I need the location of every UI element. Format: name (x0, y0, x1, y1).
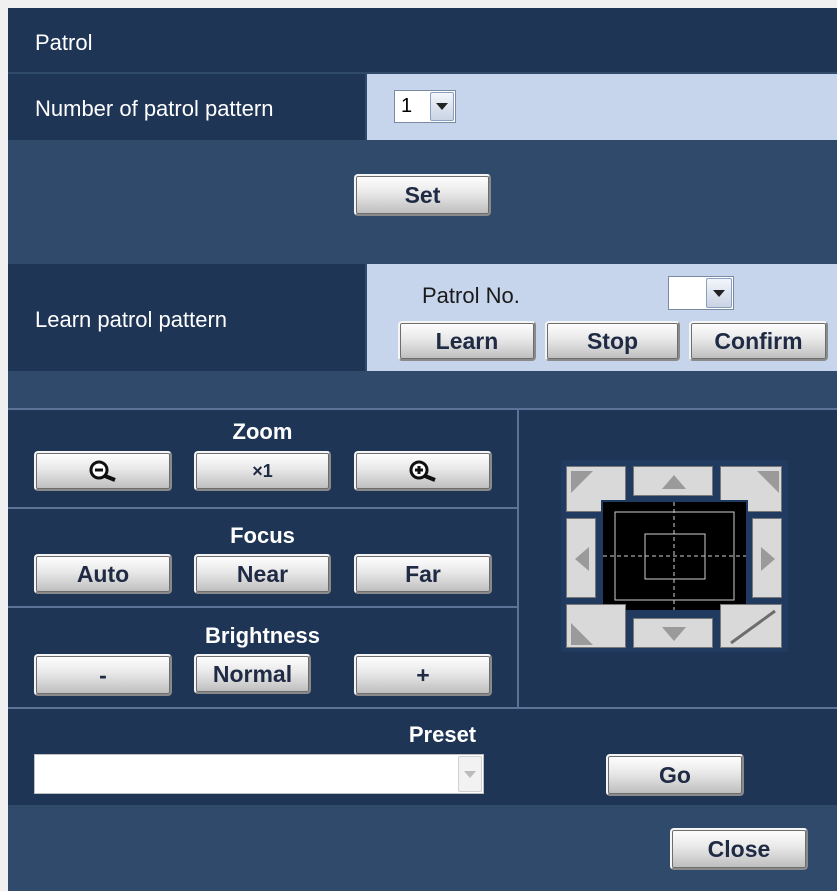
pan-down-button[interactable] (633, 618, 713, 648)
focus-label: Focus (230, 523, 295, 548)
zoom-reset-button[interactable]: ×1 (194, 451, 331, 491)
arrow-right-icon (761, 547, 775, 571)
ptz-control-pad (561, 460, 788, 652)
title-bar (8, 8, 837, 72)
zoom-label: Zoom (232, 419, 293, 444)
zoom-out-icon (88, 459, 118, 483)
pan-right-button[interactable] (752, 518, 782, 598)
divider (8, 408, 837, 410)
arrow-down-right-icon (730, 609, 776, 645)
learn-button[interactable]: Learn (398, 321, 536, 361)
divider (8, 606, 517, 608)
page-title: Patrol (35, 30, 93, 55)
brightness-normal-button[interactable]: Normal (194, 654, 311, 694)
crosshair-icon (603, 502, 746, 610)
preset-label: Preset (408, 722, 477, 747)
chevron-down-icon (430, 92, 454, 121)
patrol-no-select[interactable] (668, 276, 734, 310)
pan-left-button[interactable] (566, 518, 596, 598)
chevron-down-icon (458, 756, 482, 792)
chevron-down-icon (706, 278, 732, 308)
brightness-plus-button[interactable]: + (354, 654, 492, 696)
divider (8, 507, 517, 509)
close-button[interactable]: Close (670, 828, 808, 870)
focus-auto-button[interactable]: Auto (34, 554, 172, 594)
brightness-label: Brightness (205, 623, 320, 648)
patrol-count-select[interactable]: 1 (394, 90, 456, 123)
zoom-in-icon (408, 459, 438, 483)
preset-select[interactable] (34, 754, 484, 794)
zoom-in-button[interactable] (354, 451, 492, 491)
pan-down-left-button[interactable] (566, 604, 626, 648)
learn-label: Learn patrol pattern (35, 307, 228, 332)
arrow-down-icon (662, 627, 686, 641)
patrol-no-label: Patrol No. (422, 283, 520, 308)
preset-go-button[interactable]: Go (606, 754, 744, 796)
set-button[interactable]: Set (354, 174, 491, 216)
brightness-minus-button[interactable]: - (34, 654, 172, 696)
zoom-out-button[interactable] (34, 451, 172, 491)
focus-near-button[interactable]: Near (194, 554, 331, 594)
arrow-down-left-icon (571, 623, 593, 645)
arrow-up-icon (662, 475, 686, 489)
confirm-button[interactable]: Confirm (689, 321, 828, 361)
divider (517, 410, 519, 707)
focus-far-button[interactable]: Far (354, 554, 492, 594)
divider (8, 707, 837, 709)
patrol-count-value: 1 (401, 95, 413, 117)
camera-view-area[interactable] (601, 500, 748, 612)
pan-down-right-button[interactable] (720, 604, 782, 648)
arrow-left-icon (575, 547, 589, 571)
stop-button[interactable]: Stop (545, 321, 680, 361)
pan-up-button[interactable] (633, 466, 713, 496)
patrol-count-label: Number of patrol pattern (35, 96, 274, 121)
patrol-panel: Patrol Number of patrol pattern 1 Set Le… (8, 8, 837, 891)
